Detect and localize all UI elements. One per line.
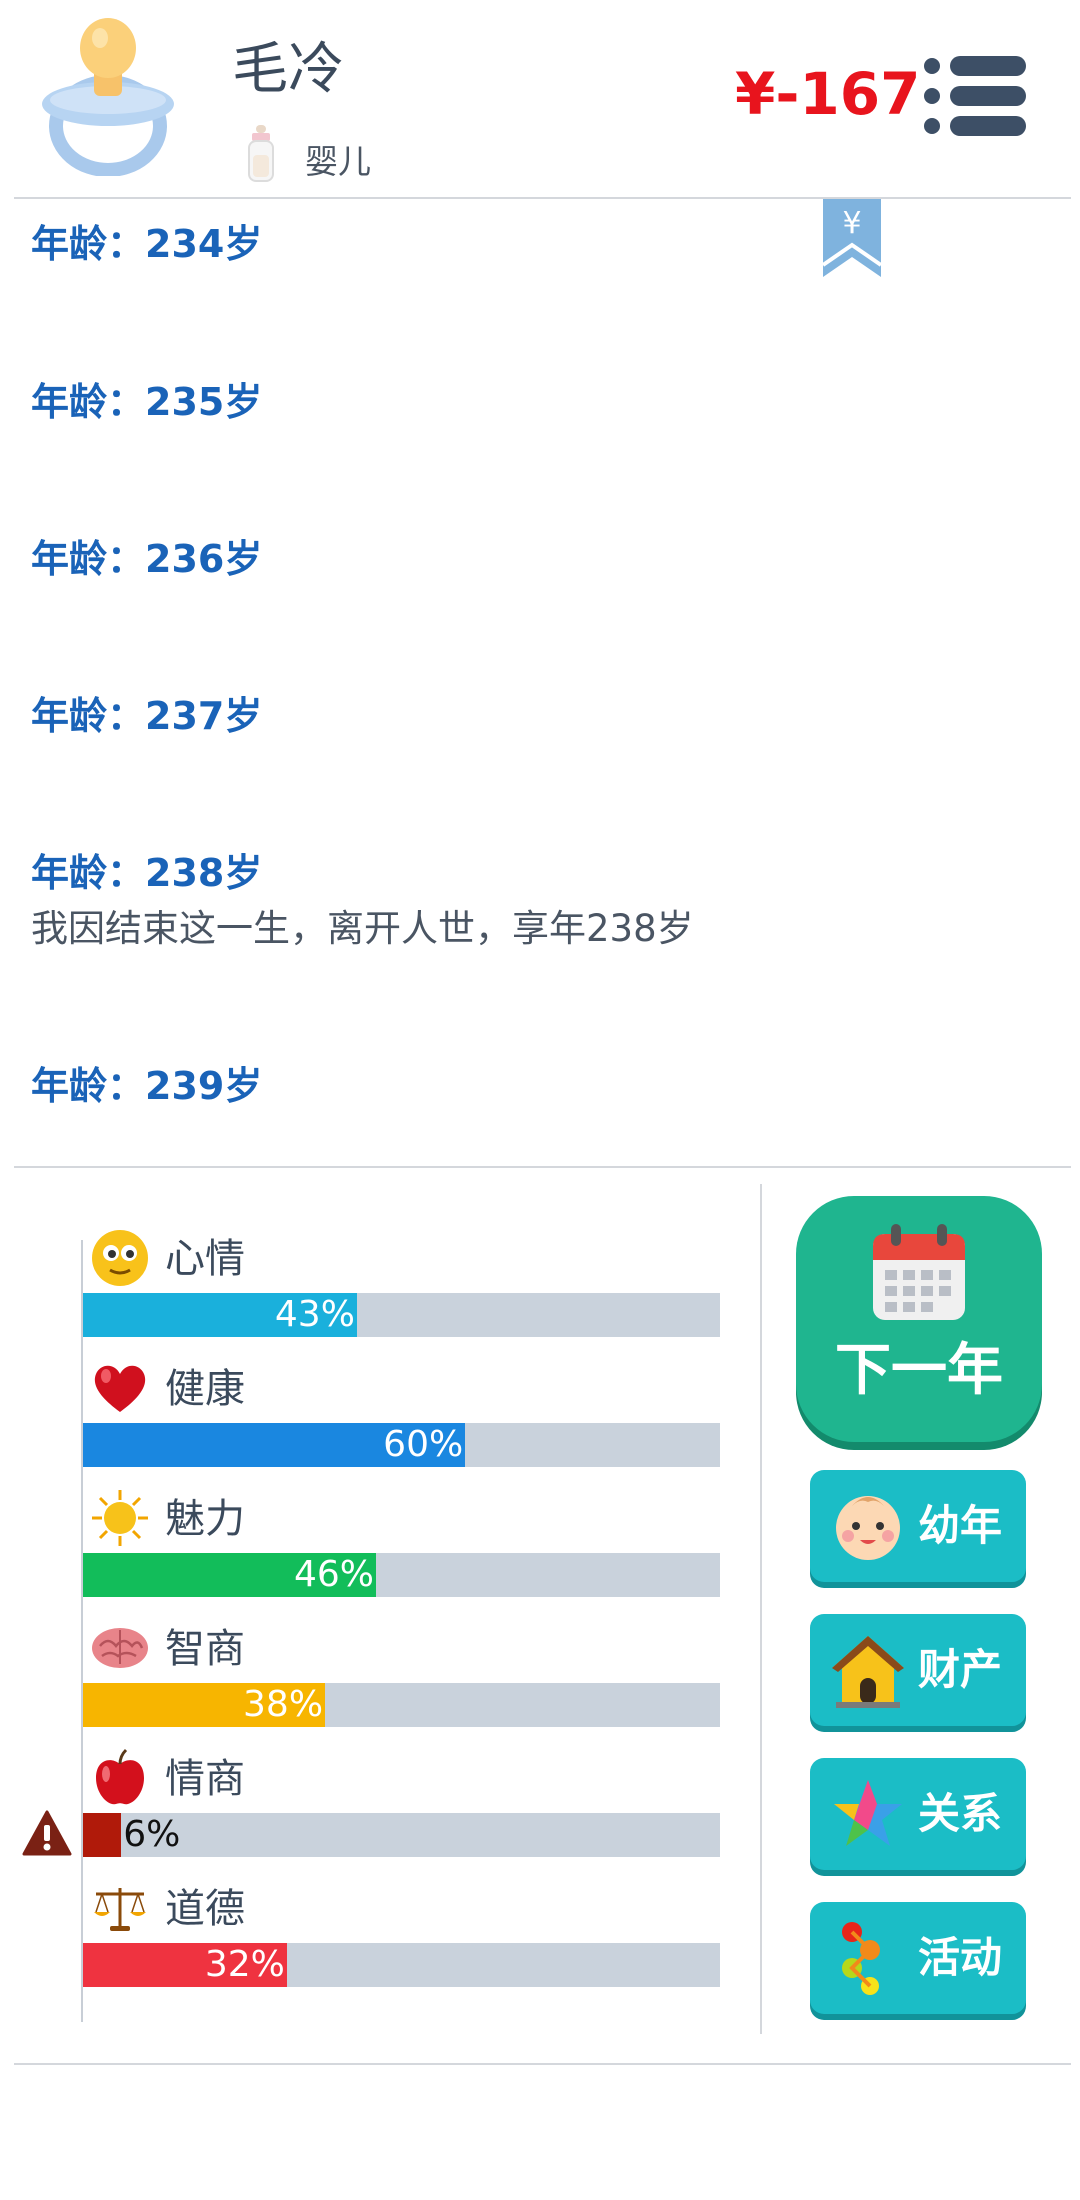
stat-bar-fill: 32% <box>83 1943 287 1987</box>
life-event-text: 我因结束这一生，离开人世，享年238岁 <box>31 907 694 950</box>
stat-bar-track: 43% <box>83 1293 720 1337</box>
stat-bar-fill <box>83 1813 122 1857</box>
apple-icon <box>96 1748 144 1805</box>
stat-morality: 道德 32% <box>0 1878 760 2008</box>
stat-bar-fill: 43% <box>83 1293 357 1337</box>
stat-health: 健康 60% <box>0 1358 760 1488</box>
stat-percent: 32% <box>204 1944 285 1985</box>
stat-name: 情商 <box>165 1756 245 1802</box>
star-icon <box>834 1780 902 1846</box>
warning-icon <box>22 1810 72 1856</box>
age-label: 年龄：235岁 <box>31 380 263 424</box>
stat-percent: 60% <box>383 1424 464 1465</box>
brain-icon <box>92 1628 148 1668</box>
stat-mood: 心情 43% <box>0 1228 760 1358</box>
stat-iq: 智商 38% <box>0 1618 760 1748</box>
stat-percent: 6% <box>123 1814 181 1855</box>
life-stage-label: 婴儿 <box>305 142 371 181</box>
life-log[interactable]: 年龄：234岁 年龄：235岁 年龄：236岁 年龄：237岁 年龄：238岁 … <box>0 199 1080 1167</box>
menu-list-icon[interactable] <box>922 54 1028 138</box>
stat-name: 智商 <box>165 1626 245 1672</box>
stat-bar-fill: 60% <box>83 1423 466 1467</box>
relationships-label: 关系 <box>918 1789 1003 1838</box>
baby-bottle-icon <box>248 125 274 182</box>
smiley-icon <box>92 1230 148 1286</box>
calendar-icon <box>873 1224 965 1320</box>
heart-icon <box>94 1365 146 1412</box>
next-year-button[interactable]: 下一年 <box>796 1196 1042 1442</box>
stat-bar-fill: 38% <box>83 1683 326 1727</box>
activities-label: 活动 <box>918 1933 1003 1982</box>
activities-button[interactable]: 活动 <box>810 1902 1026 2014</box>
stat-name: 魅力 <box>165 1496 245 1542</box>
stat-bar-track: 6% <box>83 1813 720 1857</box>
childhood-label: 幼年 <box>918 1501 1003 1550</box>
stat-bar-track: 32% <box>83 1943 720 1987</box>
age-label: 年龄：237岁 <box>31 694 263 738</box>
bookmark-icon[interactable]: ¥ <box>823 199 881 277</box>
bottom-divider <box>14 2063 1071 2065</box>
bookmark-symbol: ¥ <box>842 206 861 241</box>
childhood-button[interactable]: 幼年 <box>810 1470 1026 1582</box>
relationships-button[interactable]: 关系 <box>810 1758 1026 1870</box>
stat-percent: 43% <box>274 1294 355 1335</box>
sun-icon <box>92 1490 148 1546</box>
age-label: 年龄：239岁 <box>31 1064 263 1108</box>
panel-divider <box>760 1184 762 2034</box>
top-bar: 毛冷 婴儿 ¥-167 <box>0 0 1080 198</box>
stat-name: 健康 <box>165 1366 245 1412</box>
money-balance: ¥-167 <box>735 60 921 128</box>
dots-icon <box>842 1922 880 1995</box>
stat-name: 心情 <box>165 1236 245 1282</box>
stat-percent: 46% <box>294 1554 375 1595</box>
age-label: 年龄：238岁 <box>31 851 263 895</box>
stat-eq: 情商 6% <box>0 1748 760 1878</box>
property-label: 财产 <box>918 1645 1003 1694</box>
stat-bar-track: 38% <box>83 1683 720 1727</box>
age-label: 年龄：236岁 <box>31 537 263 581</box>
player-name: 毛冷 <box>232 37 344 102</box>
stat-bar-track: 60% <box>83 1423 720 1467</box>
stat-percent: 38% <box>243 1684 324 1725</box>
scales-icon <box>94 1888 146 1931</box>
age-label: 年龄：234岁 <box>31 222 263 266</box>
pacifier-avatar-icon[interactable] <box>38 14 178 176</box>
stat-charm: 魅力 46% <box>0 1488 760 1618</box>
next-year-label: 下一年 <box>835 1338 1003 1403</box>
stat-bar-track: 46% <box>83 1553 720 1597</box>
property-button[interactable]: 财产 <box>810 1614 1026 1726</box>
stat-bar-fill: 46% <box>83 1553 377 1597</box>
stats-panel: 心情 43% 健康 60% 魅力 46% 智商 38% 情商 6% 道德 32% <box>0 1168 760 2048</box>
baby-face-icon <box>836 1496 900 1560</box>
stat-name: 道德 <box>165 1886 245 1932</box>
house-icon <box>832 1636 904 1708</box>
